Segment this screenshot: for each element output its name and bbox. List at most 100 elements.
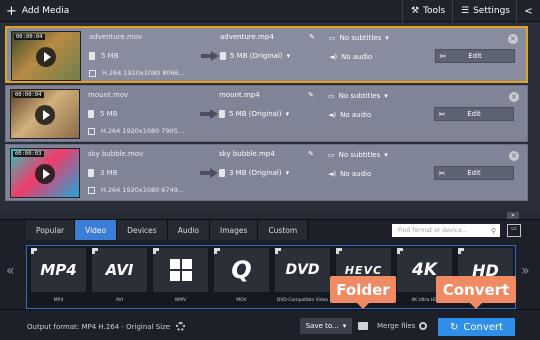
file-icon bbox=[88, 169, 94, 177]
scissors-icon: ✂ bbox=[439, 51, 447, 61]
format-tile[interactable]: Q MOV bbox=[214, 248, 269, 306]
format-caption: MP4 bbox=[53, 298, 64, 303]
tab-video[interactable]: Video bbox=[75, 220, 118, 240]
subtitles-dropdown[interactable]: ▭ No subtitles ▾ bbox=[328, 92, 388, 100]
source-info: H.264 1920x1080 6749... bbox=[88, 186, 184, 194]
output-size-label: 5 MB (Original) bbox=[229, 110, 282, 118]
tools-icon: ⚒ bbox=[411, 6, 420, 16]
file-icon bbox=[220, 52, 226, 60]
source-size: 5 MB bbox=[89, 52, 119, 60]
play-icon[interactable] bbox=[35, 164, 55, 184]
tab-custom[interactable]: Custom bbox=[258, 220, 309, 240]
format-logo: Q bbox=[231, 256, 252, 284]
file-row[interactable]: 00:00:04 mount.mov 5 MB H.264 1920x1080 … bbox=[5, 85, 528, 142]
corner-mark bbox=[153, 248, 159, 254]
close-icon[interactable]: × bbox=[508, 34, 518, 44]
tab-popular[interactable]: Popular bbox=[26, 220, 76, 240]
video-thumbnail[interactable]: 00:00:03 bbox=[10, 148, 80, 198]
format-tile[interactable]: DVD DVD-Compatible Video bbox=[275, 248, 330, 306]
scroll-right-arrow[interactable]: » bbox=[521, 263, 530, 279]
audio-dropdown[interactable]: ◄) No audio bbox=[328, 111, 371, 119]
output-filename[interactable]: sky bubble.mp4 bbox=[219, 150, 275, 158]
format-caption: AVI bbox=[115, 298, 124, 303]
speaker-icon: ◄) bbox=[328, 170, 337, 178]
edit-label: Edit bbox=[467, 169, 481, 177]
tab-audio[interactable]: Audio bbox=[167, 220, 211, 240]
output-size-dropdown[interactable]: 5 MB (Original) ▾ bbox=[220, 52, 290, 60]
merge-files-label: Merge files bbox=[377, 322, 416, 330]
corner-mark bbox=[31, 248, 37, 254]
output-filename[interactable]: mount.mp4 bbox=[219, 91, 260, 99]
output-filename[interactable]: adventure.mp4 bbox=[220, 33, 274, 41]
scroll-left-arrow[interactable]: « bbox=[6, 263, 15, 279]
file-icon bbox=[219, 169, 225, 177]
device-detect-icon[interactable]: ▭ bbox=[507, 224, 521, 237]
edit-button[interactable]: ✂ Edit bbox=[434, 107, 514, 121]
file-row[interactable]: 00:00:03 sky bubble.mov 3 MB H.264 1920x… bbox=[5, 144, 528, 201]
save-to-dropdown[interactable]: Save to... ▾ bbox=[300, 318, 352, 334]
video-thumbnail[interactable]: 00:00:04 bbox=[11, 31, 81, 81]
output-size-label: 3 MB (Original) bbox=[229, 169, 282, 177]
add-media-button[interactable]: + Add Media bbox=[0, 0, 75, 22]
source-info: H.264 1920x1080 7905... bbox=[88, 127, 184, 135]
pencil-icon[interactable]: ✎ bbox=[308, 91, 314, 99]
gear-icon[interactable] bbox=[176, 322, 186, 331]
chevron-down-icon: ▾ bbox=[384, 92, 388, 100]
pencil-icon[interactable]: ✎ bbox=[308, 150, 314, 158]
corner-mark bbox=[458, 248, 464, 254]
corner-mark bbox=[397, 248, 403, 254]
close-icon[interactable]: × bbox=[509, 151, 519, 161]
corner-mark bbox=[275, 248, 281, 254]
arrow-right-icon bbox=[201, 51, 219, 61]
output-format-label: Output format: MP4 H.264 - Original Size bbox=[27, 322, 171, 331]
source-size-label: 3 MB bbox=[100, 169, 118, 177]
search-placeholder: Find format or device... bbox=[398, 227, 468, 234]
edit-button[interactable]: ✂ Edit bbox=[434, 166, 514, 180]
file-icon bbox=[89, 52, 95, 60]
format-tile[interactable]: MP4 MP4 bbox=[31, 248, 86, 306]
output-size-dropdown[interactable]: 5 MB (Original) ▾ bbox=[219, 110, 289, 118]
format-tile[interactable]: WMV bbox=[153, 248, 208, 306]
source-filename: mount.mov bbox=[88, 91, 129, 99]
edit-label: Edit bbox=[468, 52, 482, 60]
tab-images[interactable]: Images bbox=[210, 220, 259, 240]
tab-devices[interactable]: Devices bbox=[117, 220, 168, 240]
play-icon[interactable] bbox=[36, 47, 56, 67]
file-row[interactable]: 00:00:04 adventure.mov 5 MB H.264 1920x1… bbox=[5, 26, 528, 83]
settings-button[interactable]: ☰ Settings bbox=[452, 0, 518, 22]
format-icon: DVD bbox=[275, 248, 330, 292]
file-icon bbox=[219, 110, 225, 118]
video-icon bbox=[89, 69, 96, 77]
tools-button[interactable]: ⚒ Tools bbox=[402, 0, 453, 22]
share-icon[interactable]: < bbox=[516, 0, 540, 22]
close-icon[interactable]: × bbox=[509, 92, 519, 102]
audio-dropdown[interactable]: ◄) No audio bbox=[329, 53, 372, 61]
source-size: 5 MB bbox=[88, 110, 118, 118]
folder-icon[interactable] bbox=[358, 322, 368, 330]
chevron-down-icon: ▾ bbox=[342, 322, 347, 330]
format-tile[interactable]: AVI AVI bbox=[92, 248, 147, 306]
duration-label: 00:00:04 bbox=[14, 34, 45, 40]
edit-button[interactable]: ✂ Edit bbox=[435, 49, 515, 63]
chevron-down-icon: ▾ bbox=[385, 34, 389, 42]
convert-button[interactable]: ↻ Convert bbox=[438, 318, 515, 336]
source-size: 3 MB bbox=[88, 169, 118, 177]
pencil-icon[interactable]: ✎ bbox=[309, 33, 315, 41]
output-size-label: 5 MB (Original) bbox=[230, 52, 283, 60]
audio-dropdown[interactable]: ◄) No audio bbox=[328, 170, 371, 178]
subtitles-dropdown[interactable]: ▭ No subtitles ▾ bbox=[328, 151, 388, 159]
arrow-right-icon bbox=[200, 168, 218, 178]
output-size-dropdown[interactable]: 3 MB (Original) ▾ bbox=[219, 169, 289, 177]
play-icon[interactable] bbox=[35, 105, 55, 125]
corner-mark bbox=[214, 248, 220, 254]
tools-label: Tools bbox=[423, 6, 446, 16]
format-search-input[interactable]: Find format or device... ⚲ bbox=[392, 224, 500, 237]
subtitles-dropdown[interactable]: ▭ No subtitles ▾ bbox=[329, 34, 389, 42]
format-icon bbox=[153, 248, 208, 292]
subtitles-label: No subtitles bbox=[338, 92, 381, 100]
video-thumbnail[interactable]: 00:00:04 bbox=[10, 89, 80, 139]
plus-icon: + bbox=[6, 3, 17, 19]
merge-files-toggle[interactable]: Merge files bbox=[377, 322, 428, 330]
top-toolbar: + Add Media ⚒ Tools ☰ Settings < bbox=[0, 0, 540, 22]
video-icon bbox=[88, 186, 95, 194]
